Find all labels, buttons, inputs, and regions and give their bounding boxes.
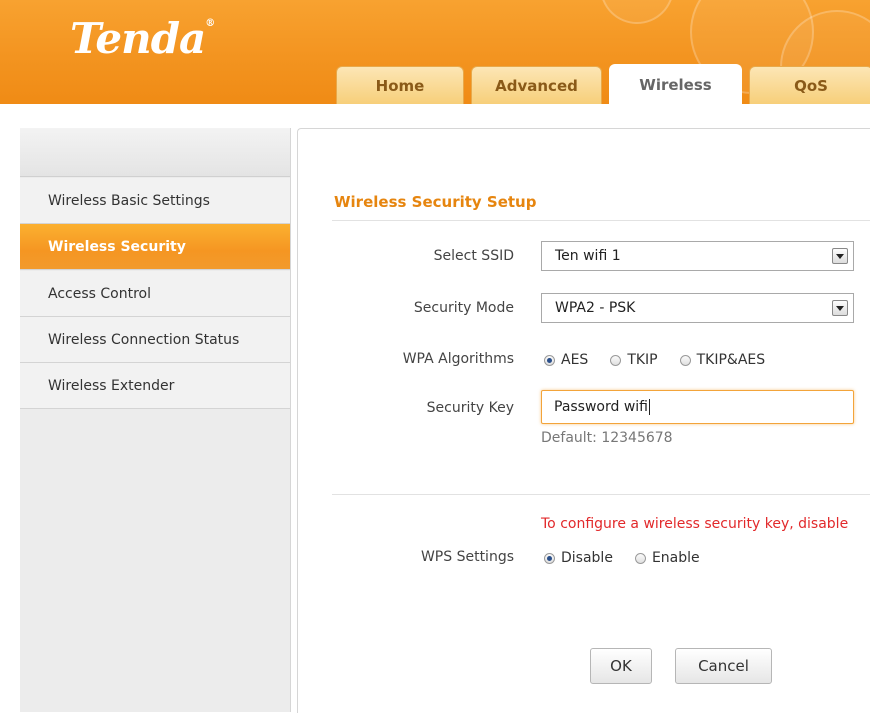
- sidebar-header: [20, 128, 290, 177]
- wpa-tkip-aes-radio[interactable]: TKIP&AES: [679, 352, 766, 368]
- section-title: Wireless Security Setup: [334, 193, 537, 211]
- divider: [332, 220, 870, 221]
- security-key-input[interactable]: Password wifi: [541, 390, 854, 424]
- sidebar-item-access-control[interactable]: Access Control: [20, 271, 290, 317]
- wps-enable-radio[interactable]: Enable: [634, 550, 700, 566]
- tenda-logo: Tenda®: [70, 14, 215, 63]
- tab-advanced[interactable]: Advanced: [471, 66, 602, 104]
- wpa-algorithms-label: WPA Algorithms: [402, 351, 514, 367]
- security-mode-label: Security Mode: [413, 300, 514, 316]
- radio-checked-icon[interactable]: [544, 552, 555, 564]
- wps-disable-radio[interactable]: Disable: [544, 550, 613, 566]
- tab-wireless[interactable]: Wireless: [609, 64, 742, 104]
- select-ssid-label: Select SSID: [433, 248, 514, 264]
- wpa-tkip-radio[interactable]: TKIP: [610, 352, 658, 368]
- wps-settings-label: WPS Settings: [420, 549, 514, 565]
- wps-warning-text: To configure a wireless security key, di…: [541, 516, 849, 532]
- radio-unchecked-icon[interactable]: [679, 354, 691, 366]
- logo-text: Tenda: [70, 14, 206, 63]
- sidebar-item-wireless-security[interactable]: Wireless Security: [20, 224, 290, 270]
- wps-enable-label: Enable: [651, 550, 700, 566]
- chevron-down-icon[interactable]: [832, 248, 848, 264]
- wpa-tkip-label: TKIP: [627, 352, 658, 368]
- header-decoration: [600, 0, 674, 24]
- divider: [332, 494, 870, 495]
- security-key-value: Password wifi: [554, 399, 649, 415]
- text-caret: [649, 399, 651, 415]
- tab-home[interactable]: Home: [336, 66, 464, 104]
- wpa-aes-radio[interactable]: AES: [544, 352, 588, 368]
- wps-radio-group: Disable Enable: [544, 550, 700, 566]
- ssid-select[interactable]: Ten wifi 1: [541, 241, 854, 271]
- sidebar-item-wireless-connection-status[interactable]: Wireless Connection Status: [20, 317, 290, 363]
- ok-button[interactable]: OK: [590, 648, 652, 684]
- header-bar: Tenda® Home Advanced Wireless QoS: [0, 0, 870, 104]
- security-mode-select[interactable]: WPA2 - PSK: [541, 293, 854, 323]
- wpa-tkip-aes-label: TKIP&AES: [696, 352, 766, 368]
- wpa-aes-label: AES: [561, 352, 589, 368]
- sidebar-item-wireless-extender[interactable]: Wireless Extender: [20, 363, 290, 409]
- radio-unchecked-icon[interactable]: [610, 354, 622, 366]
- ssid-value: Ten wifi 1: [555, 248, 621, 264]
- cancel-button[interactable]: Cancel: [675, 648, 772, 684]
- registered-mark: ®: [205, 18, 215, 29]
- security-mode-value: WPA2 - PSK: [555, 300, 636, 316]
- tab-qos[interactable]: QoS: [749, 66, 870, 104]
- radio-checked-icon[interactable]: [544, 354, 555, 366]
- security-key-label: Security Key: [426, 400, 514, 416]
- wpa-algorithms-radio-group: AES TKIP TKIP&AES: [544, 352, 765, 368]
- wps-disable-label: Disable: [561, 550, 613, 566]
- chevron-down-icon[interactable]: [832, 300, 848, 316]
- radio-unchecked-icon[interactable]: [634, 552, 646, 564]
- security-key-default-hint: Default: 12345678: [541, 430, 673, 446]
- sidebar-item-wireless-basic-settings[interactable]: Wireless Basic Settings: [20, 178, 290, 224]
